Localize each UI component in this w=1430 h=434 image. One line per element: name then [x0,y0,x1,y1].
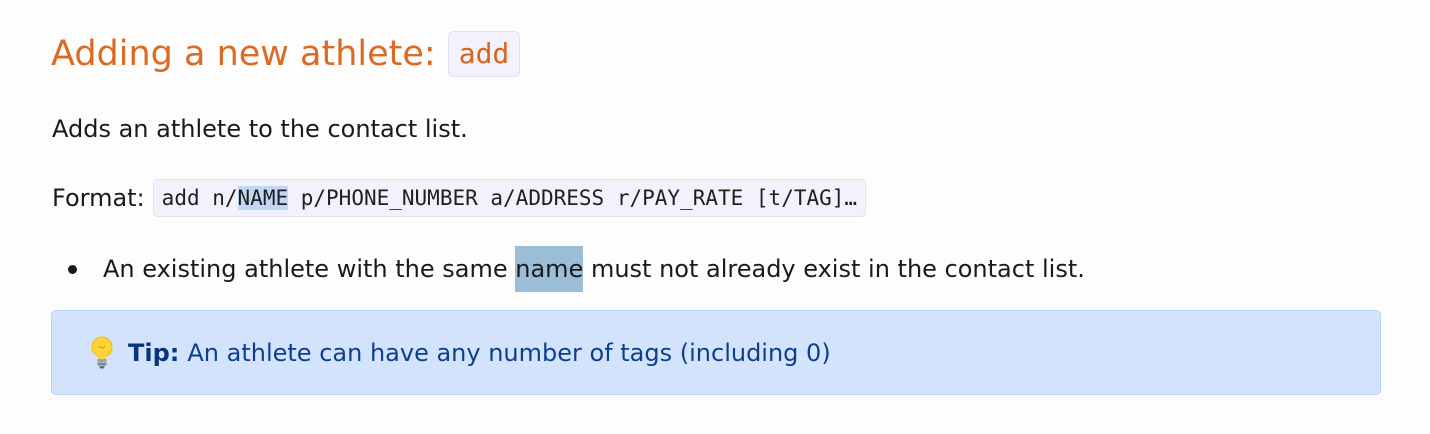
tip-callout: Tip: An athlete can have any number of t… [51,310,1381,395]
format-label: Format: [52,184,145,212]
tip-label: Tip: [128,338,180,367]
bullet-text-after: must not already exist in the contact li… [583,255,1085,283]
bullet-icon [68,264,77,274]
document-page: Adding a new athlete: add Adds an athlet… [0,0,1430,434]
search-highlight: name [515,246,584,292]
list-item: An existing athlete with the same name m… [68,246,1085,292]
format-code-prefix: add n/ [161,186,238,210]
format-line: Format: add n/NAME p/PHONE_NUMBER a/ADDR… [52,179,867,217]
format-code-suffix: p/PHONE_NUMBER a/ADDRESS r/PAY_RATE [t/T… [288,186,858,210]
bullet-text-before: An existing athlete with the same [103,255,516,283]
section-description: Adds an athlete to the contact list. [52,115,468,143]
constraint-list: An existing athlete with the same name m… [68,246,1085,292]
format-code: add n/NAME p/PHONE_NUMBER a/ADDRESS r/PA… [152,179,867,217]
command-code: add [447,31,521,77]
section-title: Adding a new athlete: [51,34,436,74]
lightbulb-icon [91,336,113,368]
format-code-highlight: NAME [237,186,289,210]
tip-text: An athlete can have any number of tags (… [187,338,831,367]
section-heading: Adding a new athlete: add [51,28,521,80]
